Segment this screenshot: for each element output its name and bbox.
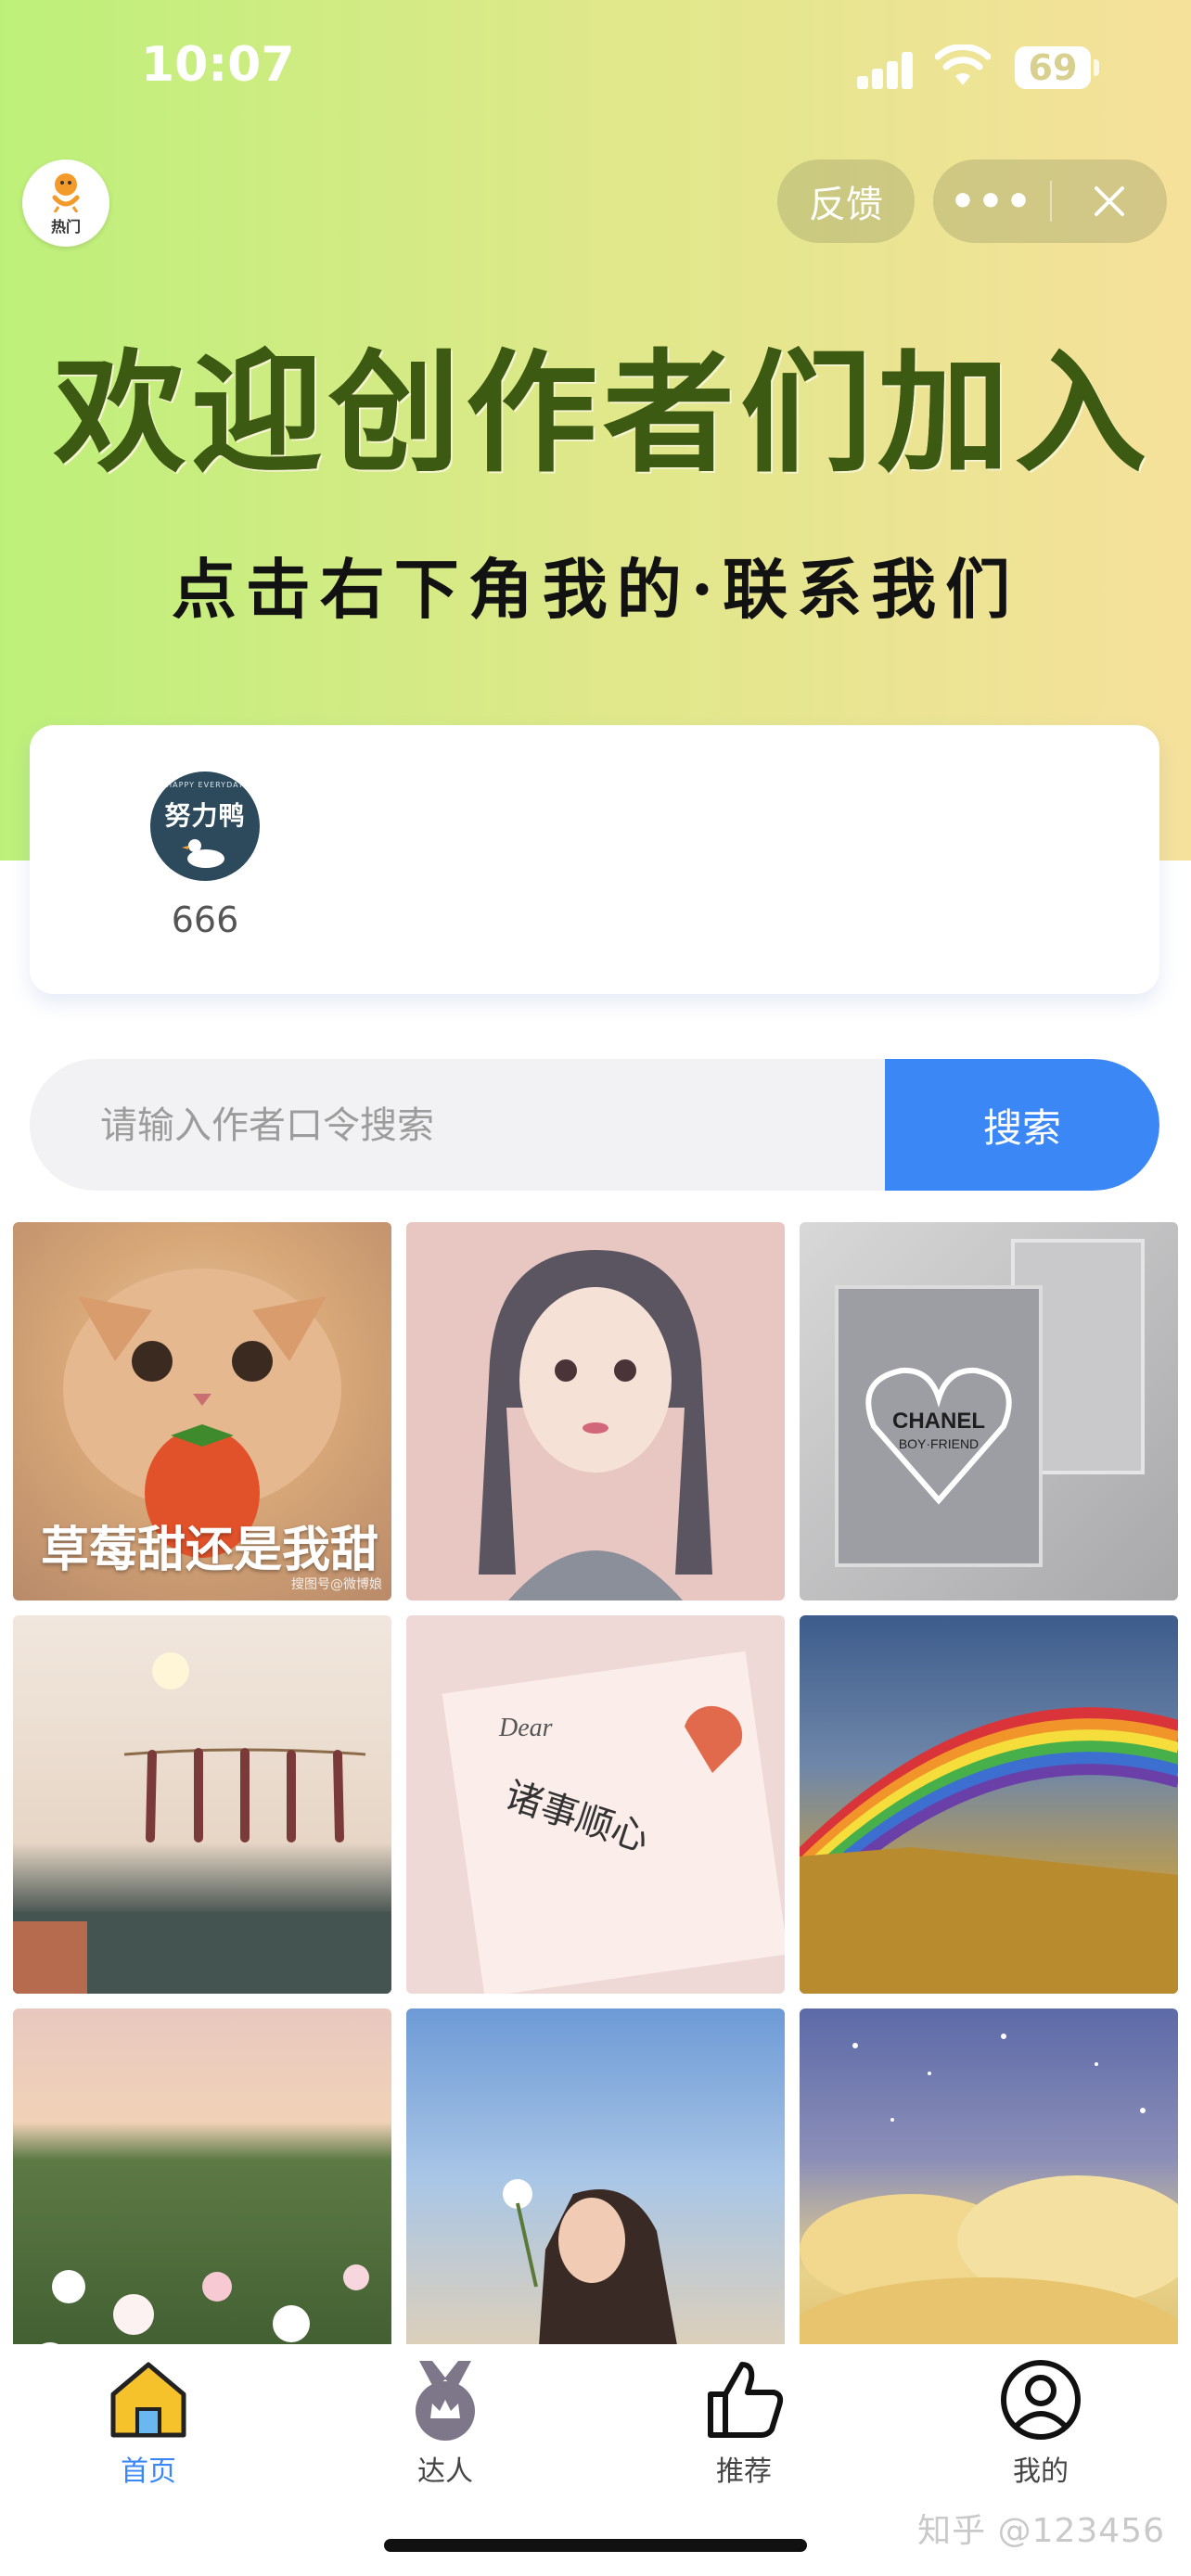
hot-avatar-button[interactable]: 热门 xyxy=(22,159,109,247)
gallery-tile[interactable]: Dear 诸事顺心 xyxy=(406,1615,785,1994)
close-button[interactable] xyxy=(1052,159,1167,243)
user-circle-icon xyxy=(1001,2360,1081,2440)
author-avatar: HAPPY EVERYDAY 努力鸭 xyxy=(150,772,260,881)
author-item[interactable]: HAPPY EVERYDAY 努力鸭 666 xyxy=(119,772,291,940)
battery-indicator: 69 xyxy=(1015,46,1091,89)
tab-home-label: 首页 xyxy=(121,2455,176,2488)
author-avatar-small-text: HAPPY EVERYDAY xyxy=(166,781,244,789)
tab-recommend[interactable]: 推荐 xyxy=(651,2357,837,2489)
starry-clouds-image xyxy=(800,2034,1178,2344)
gallery-tile[interactable] xyxy=(13,1615,391,1994)
tab-recommend-label: 推荐 xyxy=(716,2455,772,2488)
home-icon xyxy=(110,2362,186,2438)
watermark: 知乎 @123456 xyxy=(917,2512,1165,2550)
tile-source-note: 搜图号@微博娘 xyxy=(291,1577,382,1592)
tab-mine-label: 我的 xyxy=(1013,2455,1069,2488)
banner-subline: 点击右下角我的·联系我们 xyxy=(171,551,1020,628)
author-name: 666 xyxy=(171,899,239,940)
author-card: HAPPY EVERYDAY 努力鸭 666 xyxy=(30,725,1159,994)
tab-experts[interactable]: 达人 xyxy=(352,2357,538,2489)
dried-flowers-image xyxy=(13,1652,391,1994)
banner-headline: 欢迎创作者们加入 xyxy=(54,337,1152,491)
gallery-tile[interactable] xyxy=(13,2009,391,2344)
card-dear-text: Dear xyxy=(498,1714,553,1742)
gallery-tile[interactable] xyxy=(406,1222,785,1600)
gallery-tile[interactable]: 草莓甜还是我甜 搜图号@微博娘 xyxy=(13,1222,391,1600)
search-button[interactable]: 搜索 xyxy=(885,1059,1159,1191)
tab-experts-label: 达人 xyxy=(417,2455,473,2488)
tab-home[interactable]: 首页 xyxy=(56,2357,241,2489)
battery-tip xyxy=(1094,59,1099,76)
crown-medal-icon xyxy=(416,2361,475,2441)
mascot-icon xyxy=(52,173,80,212)
tab-mine[interactable]: 我的 xyxy=(948,2357,1133,2489)
home-indicator[interactable] xyxy=(384,2539,807,2552)
cellular-signal-icon xyxy=(857,48,916,89)
girl-with-flower-image xyxy=(503,2179,677,2344)
duck-icon xyxy=(182,839,224,868)
card-illustration-image: Dear 诸事顺心 xyxy=(442,1651,785,1994)
gallery-tile[interactable] xyxy=(800,1615,1178,1994)
gallery-tile[interactable] xyxy=(406,2009,785,2344)
rainbow-landscape-image xyxy=(800,1707,1178,1994)
boyfriend-text: BOY·FRIEND xyxy=(899,1436,979,1451)
miniprogram-capsule: ••• xyxy=(933,159,1167,243)
image-gallery: 草莓甜还是我甜 搜图号@微博娘 CHANEL BOY·FRIEND Dear 诸… xyxy=(13,1222,1178,2344)
hot-avatar-label: 热门 xyxy=(50,218,81,236)
more-button[interactable]: ••• xyxy=(933,159,1050,243)
thumbs-up-icon xyxy=(708,2362,784,2438)
flower-field-image xyxy=(42,2264,369,2344)
chanel-text: CHANEL xyxy=(892,1409,985,1434)
chanel-heart-image: CHANEL BOY·FRIEND xyxy=(835,1239,1145,1567)
feedback-button[interactable]: 反馈 xyxy=(777,159,915,243)
wifi-icon xyxy=(935,45,991,85)
status-time: 10:07 xyxy=(141,37,295,93)
girl-illustration-image xyxy=(479,1250,712,1600)
tile-caption: 草莓甜还是我甜 xyxy=(41,1523,379,1578)
close-icon xyxy=(1095,186,1124,216)
gallery-tile[interactable] xyxy=(800,2009,1178,2344)
search-input[interactable] xyxy=(98,1059,881,1191)
search-bar: 搜索 xyxy=(30,1059,1159,1191)
author-avatar-text: 努力鸭 xyxy=(164,800,246,831)
status-bar: 10:07 69 xyxy=(0,0,1191,139)
gallery-tile[interactable]: CHANEL BOY·FRIEND xyxy=(800,1222,1178,1600)
